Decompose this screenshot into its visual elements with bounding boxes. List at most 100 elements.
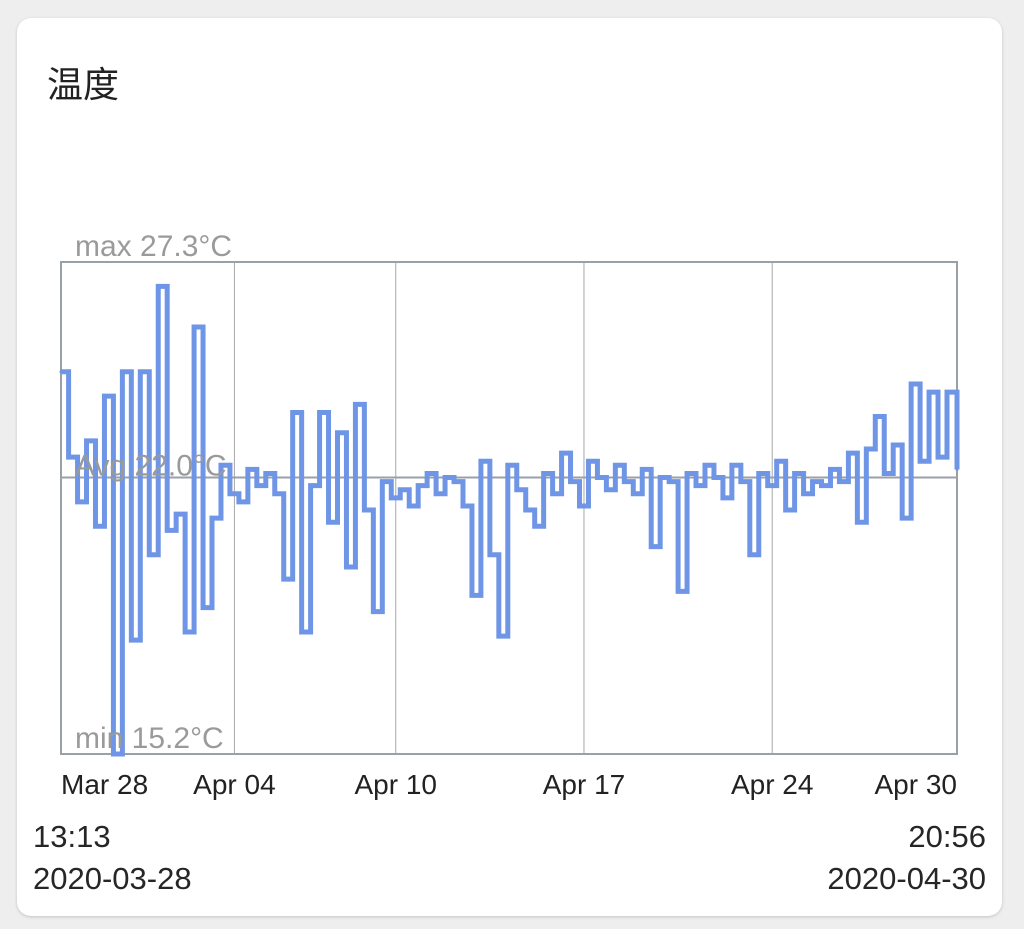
x-tick-label: Apr 30 <box>875 769 958 800</box>
data-point <box>793 471 797 475</box>
start-time: 13:13 <box>33 819 111 854</box>
data-point <box>766 484 770 488</box>
end-time: 20:56 <box>908 819 986 854</box>
data-point <box>273 492 277 496</box>
data-point <box>909 382 913 386</box>
data-point <box>470 593 474 597</box>
data-point <box>918 459 922 463</box>
data-point <box>129 638 133 642</box>
data-point <box>640 467 644 471</box>
data-point <box>488 553 492 557</box>
data-point <box>380 480 384 484</box>
data-point <box>936 455 940 459</box>
x-tick-label: Apr 10 <box>355 769 438 800</box>
data-point <box>578 504 582 508</box>
data-point <box>344 565 348 569</box>
data-point <box>586 459 590 463</box>
data-point <box>389 496 393 500</box>
data-point <box>891 443 895 447</box>
data-point <box>676 589 680 593</box>
data-point <box>837 480 841 484</box>
data-point <box>864 447 868 451</box>
data-point <box>174 512 178 516</box>
data-point <box>945 390 949 394</box>
data-point <box>855 520 859 524</box>
data-point <box>515 488 519 492</box>
x-tick-label: Apr 04 <box>193 769 276 800</box>
data-point <box>703 463 707 467</box>
data-point <box>667 480 671 484</box>
data-point <box>882 471 886 475</box>
x-tick-label: Apr 17 <box>543 769 626 800</box>
data-point <box>569 480 573 484</box>
data-point <box>900 516 904 520</box>
data-point <box>739 480 743 484</box>
data-point <box>757 471 761 475</box>
data-point <box>434 492 438 496</box>
data-point <box>120 370 124 374</box>
series-line-temperature <box>61 283 960 757</box>
data-point <box>318 410 322 414</box>
data-point <box>712 476 716 480</box>
data-point <box>67 455 71 459</box>
data-point <box>497 634 501 638</box>
data-point <box>551 492 555 496</box>
data-point <box>300 630 304 634</box>
data-point <box>255 484 259 488</box>
data-point <box>59 370 63 374</box>
data-point <box>147 553 151 557</box>
data-point <box>479 459 483 463</box>
data-point <box>291 410 295 414</box>
data-point <box>506 463 510 467</box>
data-point <box>237 500 241 504</box>
data-point <box>335 431 339 435</box>
data-point <box>694 484 698 488</box>
data-point <box>353 402 357 406</box>
max-label: max 27.3°C <box>75 230 232 263</box>
data-point <box>192 325 196 329</box>
data-point <box>784 508 788 512</box>
data-point <box>533 524 537 528</box>
data-point <box>398 488 402 492</box>
data-point <box>820 484 824 488</box>
data-point <box>210 516 214 520</box>
data-point <box>362 508 366 512</box>
x-tick-label: Apr 24 <box>731 769 814 800</box>
end-date: 2020-04-30 <box>827 861 986 896</box>
data-point <box>282 577 286 581</box>
data-point <box>407 504 411 508</box>
data-point <box>228 492 232 496</box>
data-point <box>802 492 806 496</box>
data-point <box>846 451 850 455</box>
x-tick-labels: Mar 28 Apr 04 Apr 10 Apr 17 Apr 24 Apr 30 <box>61 769 957 800</box>
data-point <box>542 471 546 475</box>
data-point <box>927 390 931 394</box>
data-point <box>828 467 832 471</box>
data-point <box>102 394 106 398</box>
data-point <box>613 463 617 467</box>
data-point <box>93 524 97 528</box>
data-point <box>685 471 689 475</box>
data-point <box>327 520 331 524</box>
data-point <box>595 476 599 480</box>
data-point <box>873 415 877 419</box>
data-point <box>246 467 250 471</box>
data-point <box>165 528 169 532</box>
data-point <box>452 480 456 484</box>
data-point <box>955 467 959 471</box>
data-point <box>264 471 268 475</box>
temperature-chart: max 27.3°C min 15.2°C Avg 22.0°C Mar 28 A… <box>59 230 960 800</box>
data-point <box>309 484 313 488</box>
data-point <box>748 553 752 557</box>
data-point <box>775 459 779 463</box>
data-point <box>461 504 465 508</box>
data-point <box>201 606 205 610</box>
data-point <box>138 370 142 374</box>
grid-layer <box>233 262 773 754</box>
data-point <box>560 451 564 455</box>
avg-label: Avg 22.0°C <box>75 450 227 483</box>
data-point <box>721 496 725 500</box>
data-point <box>416 484 420 488</box>
data-point <box>811 480 815 484</box>
data-point <box>443 476 447 480</box>
